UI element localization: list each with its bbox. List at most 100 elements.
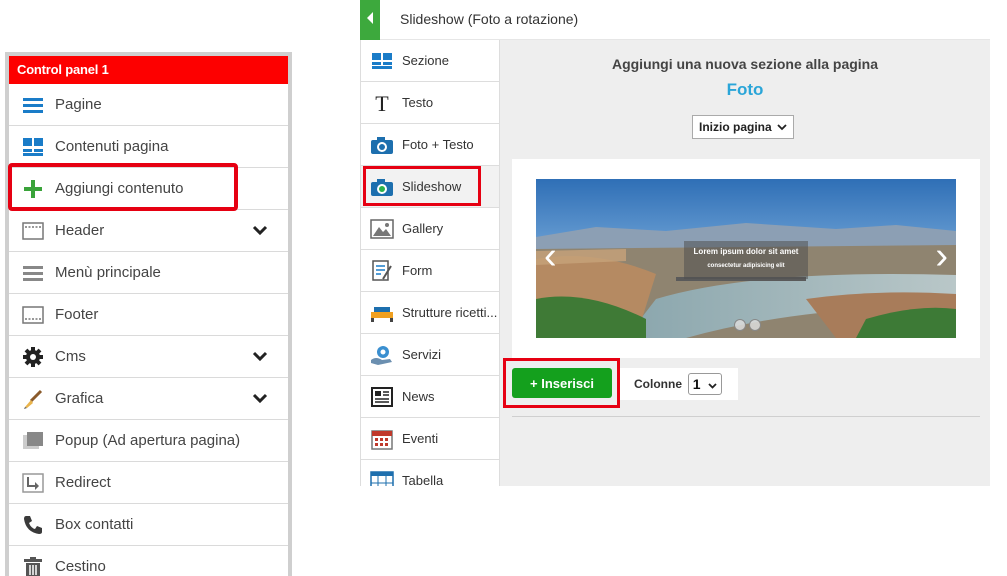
chevron-down-icon — [777, 120, 787, 134]
bed-icon — [370, 301, 394, 325]
svg-text:T: T — [375, 92, 389, 114]
cp-item-contenuti-pagina[interactable]: Contenuti pagina — [9, 126, 288, 168]
slideshow-preview: Lorem ipsum dolor sit amet consectetur a… — [512, 159, 980, 358]
redirect-icon — [21, 471, 45, 495]
menu-item-news[interactable]: News — [361, 376, 499, 418]
cp-item-cms[interactable]: Cms — [9, 336, 288, 378]
editor-header: Slideshow (Foto a rotazione) — [360, 0, 990, 40]
control-panel: Control panel 1 Pagine Contenuti pagina … — [5, 52, 292, 576]
menu-item-label: News — [402, 389, 435, 404]
slide-caption: Lorem ipsum dolor sit amet consectetur a… — [684, 241, 808, 279]
menu-item-label: Tabella — [402, 473, 444, 486]
section-type: Foto — [726, 80, 764, 99]
services-icon — [370, 343, 394, 367]
position-select-value: Inizio pagina — [699, 120, 772, 134]
editor-main: Aggiungi una nuova sezione alla pagina F… — [500, 40, 990, 486]
news-icon — [370, 385, 394, 409]
columns-label: Colonne — [634, 377, 682, 391]
cp-item-label: Menù principale — [55, 264, 161, 281]
slideshow-editor: Slideshow (Foto a rotazione) Sezione T T… — [360, 0, 990, 486]
slide-dot[interactable] — [734, 319, 746, 331]
chevron-down-icon[interactable] — [252, 349, 268, 366]
next-slide-icon[interactable]: › — [935, 237, 948, 275]
cp-item-redirect[interactable]: Redirect — [9, 462, 288, 504]
menu-item-label: Testo — [402, 95, 434, 110]
trash-icon — [21, 555, 45, 576]
chevron-down-icon[interactable] — [252, 223, 268, 240]
columns-control: Colonne 1 — [620, 368, 738, 400]
list-icon — [21, 93, 45, 117]
columns-value: 1 — [692, 376, 701, 392]
cp-item-footer[interactable]: Footer — [9, 294, 288, 336]
control-panel-title: Control panel 1 — [9, 56, 288, 84]
menu-item-strutture-ricettive[interactable]: Strutture ricetti... — [361, 292, 499, 334]
cp-item-label: Header — [55, 222, 105, 239]
cp-item-grafica[interactable]: Grafica — [9, 378, 288, 420]
form-icon — [370, 259, 394, 283]
element-menu: Sezione T Testo Foto + Testo Slideshow G… — [360, 40, 500, 486]
section-heading: Aggiungi una nuova sezione alla pagina — [611, 56, 879, 72]
highlight-aggiungi-contenuto — [8, 163, 238, 211]
footer-icon — [21, 303, 45, 327]
menu-item-form[interactable]: Form — [361, 250, 499, 292]
menu-item-eventi[interactable]: Eventi — [361, 418, 499, 460]
cp-item-label: Cestino — [55, 558, 106, 575]
menu-item-label: Gallery — [402, 221, 444, 236]
slide-caption-line-1: Lorem ipsum dolor sit amet — [693, 247, 799, 256]
chevron-left-icon — [365, 11, 375, 30]
prev-slide-icon[interactable]: ‹ — [544, 237, 557, 275]
menu-item-label: Form — [402, 263, 433, 278]
menu-item-sezione[interactable]: Sezione — [361, 40, 499, 82]
cp-item-popup[interactable]: Popup (Ad apertura pagina) — [9, 420, 288, 462]
menu-item-foto-testo[interactable]: Foto + Testo — [361, 124, 499, 166]
cp-item-label: Grafica — [55, 390, 104, 407]
highlight-slideshow — [363, 166, 481, 206]
cp-item-label: Pagine — [55, 96, 102, 113]
text-icon: T — [370, 91, 394, 115]
cp-item-box-contatti[interactable]: Box contatti — [9, 504, 288, 546]
brush-icon — [21, 387, 45, 411]
slide-image: Lorem ipsum dolor sit amet consectetur a… — [536, 179, 956, 338]
cp-item-label: Contenuti pagina — [55, 138, 169, 155]
cp-item-pagine[interactable]: Pagine — [9, 84, 288, 126]
cp-item-label: Footer — [55, 306, 99, 323]
gear-icon — [21, 345, 45, 369]
slide-caption-line-2: consectetur adipisicing elit — [707, 263, 785, 269]
insert-button[interactable]: + Inserisci — [512, 368, 612, 398]
camera-icon — [370, 133, 394, 157]
cp-item-cestino[interactable]: Cestino — [9, 546, 288, 576]
menu-item-label: Foto + Testo — [402, 137, 474, 152]
phone-icon — [21, 513, 45, 537]
menu-item-label: Strutture ricetti... — [402, 305, 498, 320]
section-icon — [370, 49, 394, 73]
popup-icon — [21, 429, 45, 453]
menu-item-servizi[interactable]: Servizi — [361, 334, 499, 376]
menu-item-label: Sezione — [402, 53, 449, 68]
calendar-icon — [370, 427, 394, 451]
gallery-icon — [370, 217, 394, 241]
position-select[interactable]: Inizio pagina — [692, 115, 794, 139]
menu-item-tabella[interactable]: Tabella — [361, 460, 499, 486]
blocks-icon — [21, 135, 45, 159]
menu-item-gallery[interactable]: Gallery — [361, 208, 499, 250]
menu-item-label: Eventi — [402, 431, 439, 446]
chevron-down-icon[interactable] — [252, 391, 268, 408]
cp-item-label: Box contatti — [55, 516, 134, 533]
menu-item-label: Servizi — [402, 347, 442, 362]
back-button[interactable] — [360, 0, 380, 40]
slide-dot[interactable] — [749, 319, 761, 331]
cp-item-header[interactable]: Header — [9, 210, 288, 252]
columns-select[interactable]: 1 — [688, 373, 722, 395]
chevron-down-icon — [708, 376, 717, 392]
cp-item-label: Redirect — [55, 474, 111, 491]
table-icon — [370, 469, 394, 486]
cp-item-menu-principale[interactable]: Menù principale — [9, 252, 288, 294]
menu-icon — [21, 261, 45, 285]
header-icon — [21, 219, 45, 243]
editor-title: Slideshow (Foto a rotazione) — [400, 11, 579, 27]
cp-item-label: Cms — [55, 348, 86, 365]
slide-indicators — [734, 319, 761, 331]
cp-item-label: Popup (Ad apertura pagina) — [55, 432, 241, 449]
divider — [512, 416, 980, 417]
menu-item-testo[interactable]: T Testo — [361, 82, 499, 124]
